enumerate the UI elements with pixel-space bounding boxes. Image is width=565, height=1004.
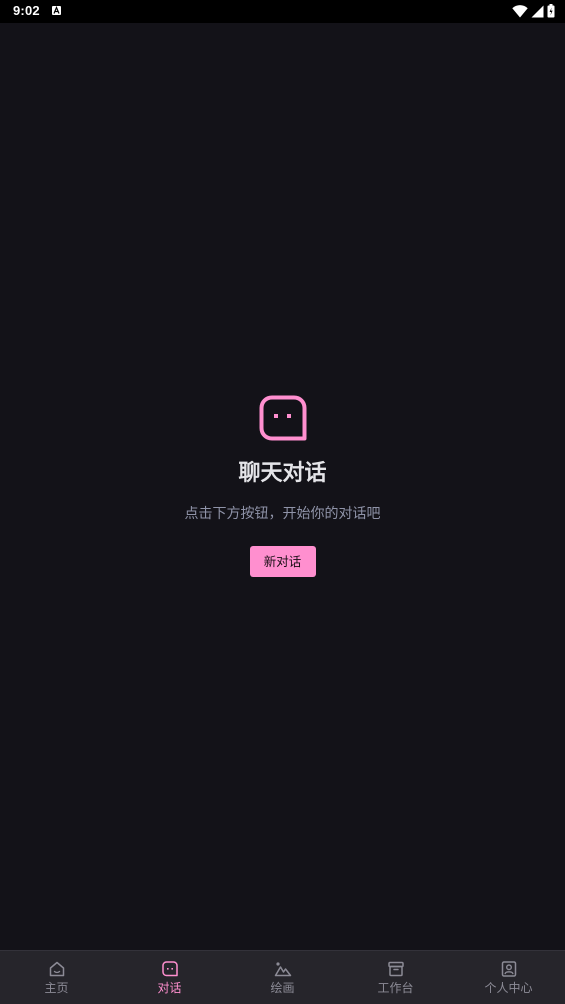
- wifi-icon: [512, 4, 528, 17]
- chat-icon: [161, 961, 178, 977]
- nav-label-home: 主页: [44, 981, 69, 995]
- new-chat-button[interactable]: 新对话: [249, 546, 316, 577]
- page-title: 聊天对话: [238, 461, 327, 486]
- nav-label-workbench: 工作台: [377, 981, 414, 995]
- nav-label-paint: 绘画: [270, 981, 295, 995]
- workbench-icon: [387, 961, 404, 977]
- empty-state: 聊天对话 点击下方按钮，开始你的对话吧 新对话: [0, 395, 565, 577]
- signal-icon: [531, 5, 544, 17]
- notification-a-icon: [52, 6, 61, 15]
- paint-icon: [274, 962, 291, 977]
- nav-item-profile[interactable]: 个人中心: [452, 951, 565, 1004]
- profile-icon: [501, 961, 516, 977]
- home-icon: [49, 961, 64, 977]
- bottom-nav: 主页 对话 绘画 工作台 个人中心: [0, 950, 565, 1004]
- battery-icon: [547, 4, 555, 18]
- chat-bubble-icon: [259, 395, 306, 441]
- empty-subtitle: 点击下方按钮，开始你的对话吧: [184, 506, 381, 522]
- status-bar: 9:02: [0, 0, 565, 23]
- nav-item-chat[interactable]: 对话: [113, 951, 226, 1004]
- nav-item-paint[interactable]: 绘画: [226, 951, 339, 1004]
- nav-label-chat: 对话: [157, 981, 182, 995]
- nav-label-profile: 个人中心: [484, 981, 533, 995]
- nav-item-workbench[interactable]: 工作台: [339, 951, 452, 1004]
- nav-item-home[interactable]: 主页: [0, 951, 113, 1004]
- status-icons: [512, 4, 555, 18]
- screen: 9:02 聊天对话 点击下方按钮，开始你的对话吧 新对话 主页 对话 绘画 工作…: [0, 0, 565, 1004]
- status-time: 9:02: [13, 3, 40, 18]
